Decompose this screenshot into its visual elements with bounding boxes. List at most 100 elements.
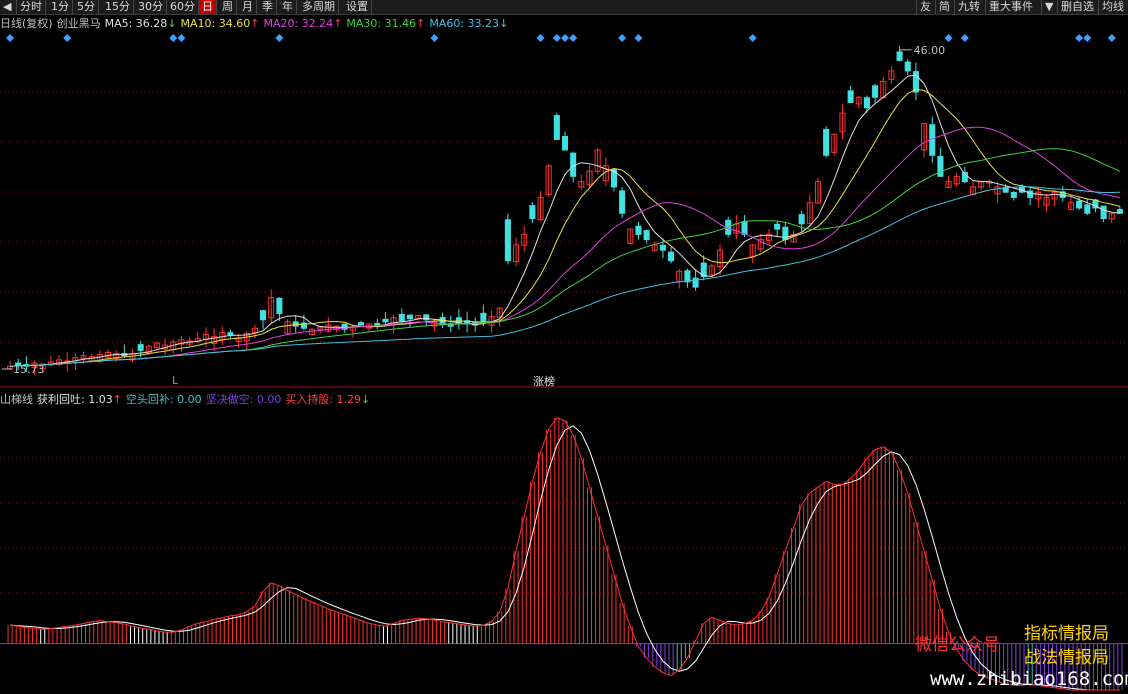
remove-watchlist-button[interactable]: 删自选 (1057, 0, 1097, 14)
candle-body (798, 214, 805, 225)
candle-body (1084, 204, 1091, 214)
candle-body (553, 115, 560, 140)
candlestick-chart[interactable]: 46.00 15.73 L 涨榜 (0, 32, 1128, 388)
firm-short-label: 坚决做空: 0.00 (205, 393, 282, 406)
candle-body (357, 322, 365, 326)
ma60-line (10, 186, 1120, 367)
signal-diamond (561, 34, 569, 42)
ma-button[interactable]: 均线 (1098, 0, 1127, 14)
candle-body (398, 314, 405, 322)
ma10-label: MA10: 34.60↑ (180, 17, 260, 30)
candle-body (382, 318, 389, 323)
candle-body (561, 136, 569, 151)
signal-diamond (63, 34, 72, 42)
signal-diamond (569, 34, 578, 42)
watermark-line2: 战法情报局 (1024, 648, 1109, 668)
candle-body (260, 310, 267, 321)
signal-diamond (430, 34, 439, 42)
candle-body (741, 221, 748, 235)
candle-body (1010, 191, 1017, 198)
signal-diamond (275, 34, 284, 42)
signal-diamond (1075, 34, 1084, 42)
candle-body (619, 190, 626, 214)
indicator-name: 创业黑马 (56, 17, 101, 30)
tab-1min[interactable]: 1分 (48, 0, 73, 14)
signal-diamond (960, 34, 969, 42)
ma20-label: MA20: 32.24↑ (263, 17, 343, 30)
low-price-label: 15.73 (13, 363, 45, 376)
limit-up-label: 涨榜 (533, 374, 555, 388)
candle-body (1076, 200, 1083, 209)
candle-body (137, 344, 144, 351)
ma5-line (10, 74, 1120, 367)
indicator-legend: 山梯线 获利回吐: 1.03↑ 空头回补: 0.00 坚决做空: 0.00 买入持股: … (0, 393, 374, 407)
candle-body (904, 61, 911, 72)
candle-body (480, 312, 487, 322)
candle-body (668, 251, 675, 262)
candle-body (1100, 205, 1107, 220)
tab-month[interactable]: 月 (239, 0, 257, 14)
candle-body (276, 297, 283, 314)
candle-body (823, 128, 830, 156)
simple-button[interactable]: 简 (935, 0, 953, 14)
indicator-title: 山梯线 (0, 393, 33, 406)
profit-taking-label: 获利回吐: 1.03↑ (37, 393, 122, 406)
tab-60min[interactable]: 60分 (167, 0, 199, 14)
signal-diamond (177, 34, 186, 42)
candle-body (774, 223, 781, 230)
candle-body (659, 244, 666, 251)
candle-body (847, 90, 854, 104)
candle-body (504, 219, 511, 262)
wechat-watermark: 微信公众号 (915, 635, 1000, 655)
tab-day[interactable]: 日 (199, 0, 217, 14)
tab-5min[interactable]: 5分 (74, 0, 99, 14)
signal-diamond (944, 34, 953, 42)
tab-fenshi[interactable]: 分时 (17, 0, 46, 14)
period-label: 日线(复权) (0, 17, 53, 30)
signal-diamond (1107, 34, 1116, 42)
tab-week[interactable]: 周 (219, 0, 237, 14)
signal-diamond (552, 34, 561, 42)
tab-year[interactable]: 年 (279, 0, 297, 14)
tab-multi-period[interactable]: 多周期 (299, 0, 339, 14)
jiuzhuan-button[interactable]: 九转 (954, 0, 983, 14)
candle-body (635, 225, 642, 235)
tab-15min[interactable]: 15分 (102, 0, 134, 14)
signal-diamond (536, 34, 545, 42)
period-toolbar: ◀ 分时 1分 5分 15分 30分 60分 日 周 月 季 年 多周期 设置 … (0, 0, 1128, 15)
tab-30min[interactable]: 30分 (135, 0, 167, 14)
marker-l: L (172, 374, 179, 387)
signal-diamond (618, 34, 627, 42)
watermark-line1: 指标情报局 (1024, 624, 1109, 644)
candle-body (872, 85, 879, 98)
candle-body (937, 155, 944, 177)
watermark-url: www.zhibiao168.com (930, 668, 1128, 690)
ma20-line (10, 126, 1121, 367)
candle-body (643, 230, 650, 241)
buy-hold-label: 买入持股: 1.29↓ (285, 393, 371, 406)
ma30-line (10, 148, 1121, 367)
candle-body (684, 270, 691, 283)
candle-body (529, 205, 536, 220)
high-price-label: 46.00 (914, 44, 946, 57)
dropdown-arrow-button[interactable]: ▼ (1041, 0, 1056, 14)
candle-body (896, 51, 903, 61)
back-arrow-button[interactable]: ◀ (0, 0, 17, 14)
short-cover-label: 空头回补: 0.00 (125, 393, 202, 406)
tab-season[interactable]: 季 (259, 0, 277, 14)
candle-body (374, 322, 381, 326)
signal-diamond (6, 34, 15, 42)
friend-button[interactable]: 友 (916, 0, 934, 14)
candle-body (863, 97, 870, 109)
signal-diamond (169, 34, 178, 42)
major-events-button[interactable]: 重大事件 (985, 0, 1036, 14)
signal-diamond (1083, 34, 1092, 42)
price-legend: 日线(复权) 创业黑马 MA5: 36.28↓ MA10: 34.60↑ MA20: 3… (0, 17, 512, 31)
candle-body (227, 332, 234, 336)
ma60-label: MA60: 33.23↓ (429, 17, 509, 30)
candle-body (406, 314, 413, 320)
ma30-label: MA30: 31.46↑ (346, 17, 426, 30)
signal-diamond (748, 34, 757, 42)
signal-diamond (634, 34, 643, 42)
tab-settings[interactable]: 设置 (343, 0, 372, 14)
